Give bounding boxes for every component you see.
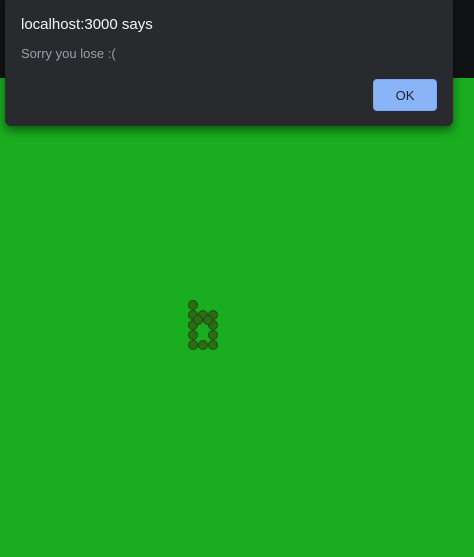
snake-segment	[188, 330, 198, 340]
snake-segment	[208, 330, 218, 340]
snake-segment	[188, 340, 198, 350]
snake-segment	[208, 340, 218, 350]
snake-segment	[188, 300, 198, 310]
dialog-title: localhost:3000 says	[21, 16, 153, 33]
ok-button[interactable]: OK	[373, 79, 437, 111]
snake-segment	[198, 340, 208, 350]
snake-segment	[203, 315, 213, 325]
dialog-message: Sorry you lose :(	[21, 46, 116, 61]
alert-dialog: localhost:3000 says Sorry you lose :( OK	[5, 0, 453, 126]
snake-segment	[193, 315, 203, 325]
